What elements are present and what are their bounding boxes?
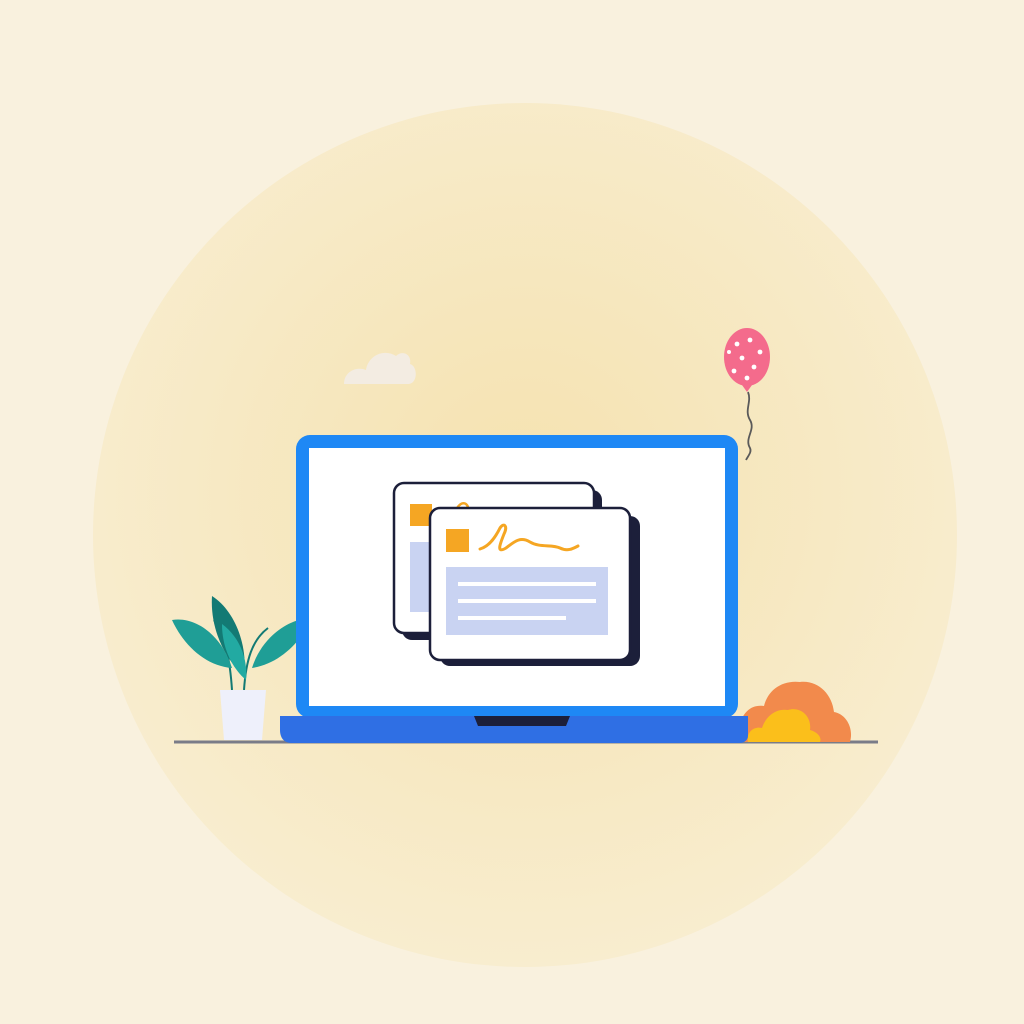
card-badge-back (410, 504, 432, 526)
illustration-canvas (93, 103, 957, 967)
laptop-notch (474, 716, 570, 726)
card-text-line (458, 582, 596, 586)
card-text-line (458, 616, 566, 620)
card-badge (446, 529, 469, 552)
illustration-scene (0, 0, 1024, 1024)
card-text-line (458, 599, 596, 603)
document-card-icon (428, 506, 640, 666)
